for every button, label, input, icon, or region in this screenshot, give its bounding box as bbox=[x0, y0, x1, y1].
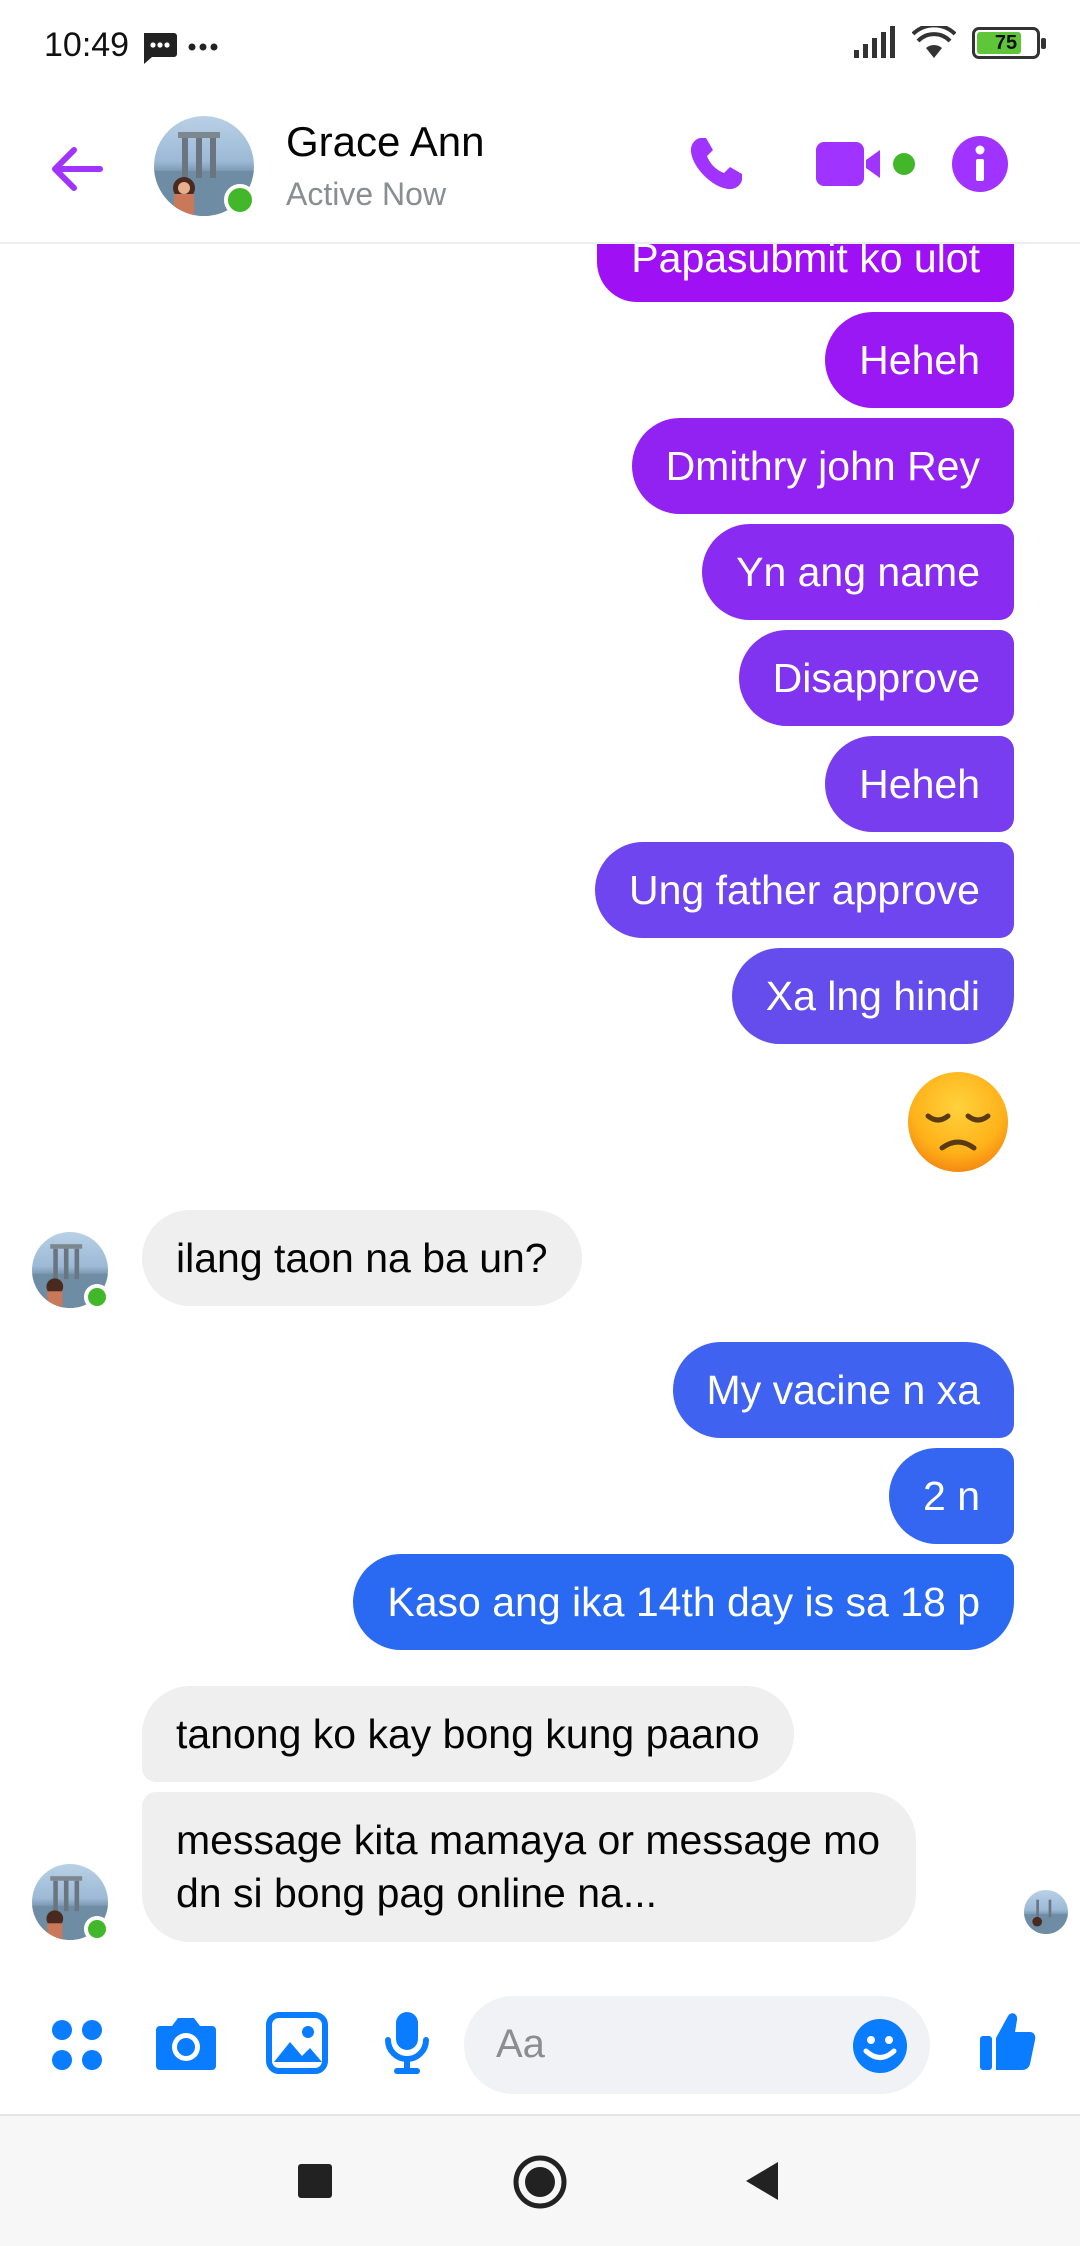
wifi-icon bbox=[912, 26, 956, 58]
more-dots-icon bbox=[188, 43, 218, 51]
status-right-icons: 75 bbox=[852, 26, 1046, 60]
outgoing-message[interactable]: Heheh bbox=[825, 312, 1014, 408]
contact-status: Active Now bbox=[286, 176, 447, 212]
status-time: 10:49 bbox=[44, 26, 130, 64]
thumbs-up-icon[interactable] bbox=[978, 2010, 1036, 2072]
battery-icon: 75 bbox=[972, 27, 1046, 59]
outgoing-message[interactable]: My vacine n xa bbox=[672, 1342, 1014, 1438]
video-camera-icon[interactable] bbox=[814, 138, 922, 192]
recents-square-icon[interactable] bbox=[296, 2162, 334, 2200]
incoming-message[interactable]: ilang taon na ba un? bbox=[142, 1210, 582, 1306]
read-receipt-avatar bbox=[1024, 1890, 1068, 1934]
incoming-message[interactable]: message kita mamaya or message mo dn si … bbox=[142, 1792, 916, 1942]
contact-name[interactable]: Grace Ann bbox=[286, 118, 484, 166]
online-indicator bbox=[84, 1916, 110, 1942]
incoming-message[interactable]: tanong ko kay bong kung paano bbox=[142, 1686, 794, 1782]
back-triangle-icon[interactable] bbox=[742, 2160, 780, 2202]
more-actions-icon[interactable] bbox=[50, 2018, 104, 2072]
sad-face-emoji[interactable] bbox=[906, 1070, 1010, 1174]
back-arrow-icon[interactable] bbox=[44, 136, 110, 202]
outgoing-message[interactable]: Kaso ang ika 14th day is sa 18 p bbox=[353, 1554, 1014, 1650]
message-notification-icon bbox=[144, 33, 177, 64]
battery-level: 75 bbox=[994, 32, 1018, 54]
outgoing-message[interactable]: Yn ang name bbox=[702, 524, 1014, 620]
camera-icon[interactable] bbox=[154, 2014, 218, 2072]
message-thread[interactable]: Papasubmit ko ulot Heheh Dmithry john Re… bbox=[0, 244, 1080, 1964]
home-circle-icon[interactable] bbox=[512, 2154, 568, 2210]
online-indicator bbox=[224, 184, 256, 216]
online-indicator bbox=[84, 1284, 110, 1310]
phone-icon[interactable] bbox=[684, 132, 748, 196]
message-input[interactable]: Aa bbox=[464, 1996, 930, 2094]
outgoing-message[interactable]: Dmithry john Rey bbox=[631, 418, 1014, 514]
info-icon[interactable] bbox=[950, 134, 1010, 194]
outgoing-message[interactable]: Disapprove bbox=[738, 630, 1014, 726]
outgoing-message[interactable]: Heheh bbox=[825, 736, 1014, 832]
outgoing-message[interactable]: Xa lng hindi bbox=[731, 948, 1014, 1044]
message-input-placeholder: Aa bbox=[496, 2022, 545, 2066]
outgoing-message[interactable]: Papasubmit ko ulot bbox=[597, 244, 1014, 302]
conversation-header: Grace Ann Active Now bbox=[0, 96, 1080, 244]
signal-icon bbox=[854, 26, 895, 58]
outgoing-message[interactable]: Ung father approve bbox=[594, 842, 1014, 938]
microphone-icon[interactable] bbox=[382, 2010, 432, 2076]
status-bar: 10:49 75 bbox=[0, 0, 1080, 96]
message-composer: Aa bbox=[0, 1964, 1080, 2114]
gallery-icon[interactable] bbox=[266, 2012, 328, 2074]
emoji-icon[interactable] bbox=[852, 2018, 908, 2074]
outgoing-message[interactable]: 2 n bbox=[889, 1448, 1014, 1544]
android-nav-bar bbox=[0, 2114, 1080, 2246]
status-left-icons bbox=[142, 30, 222, 71]
